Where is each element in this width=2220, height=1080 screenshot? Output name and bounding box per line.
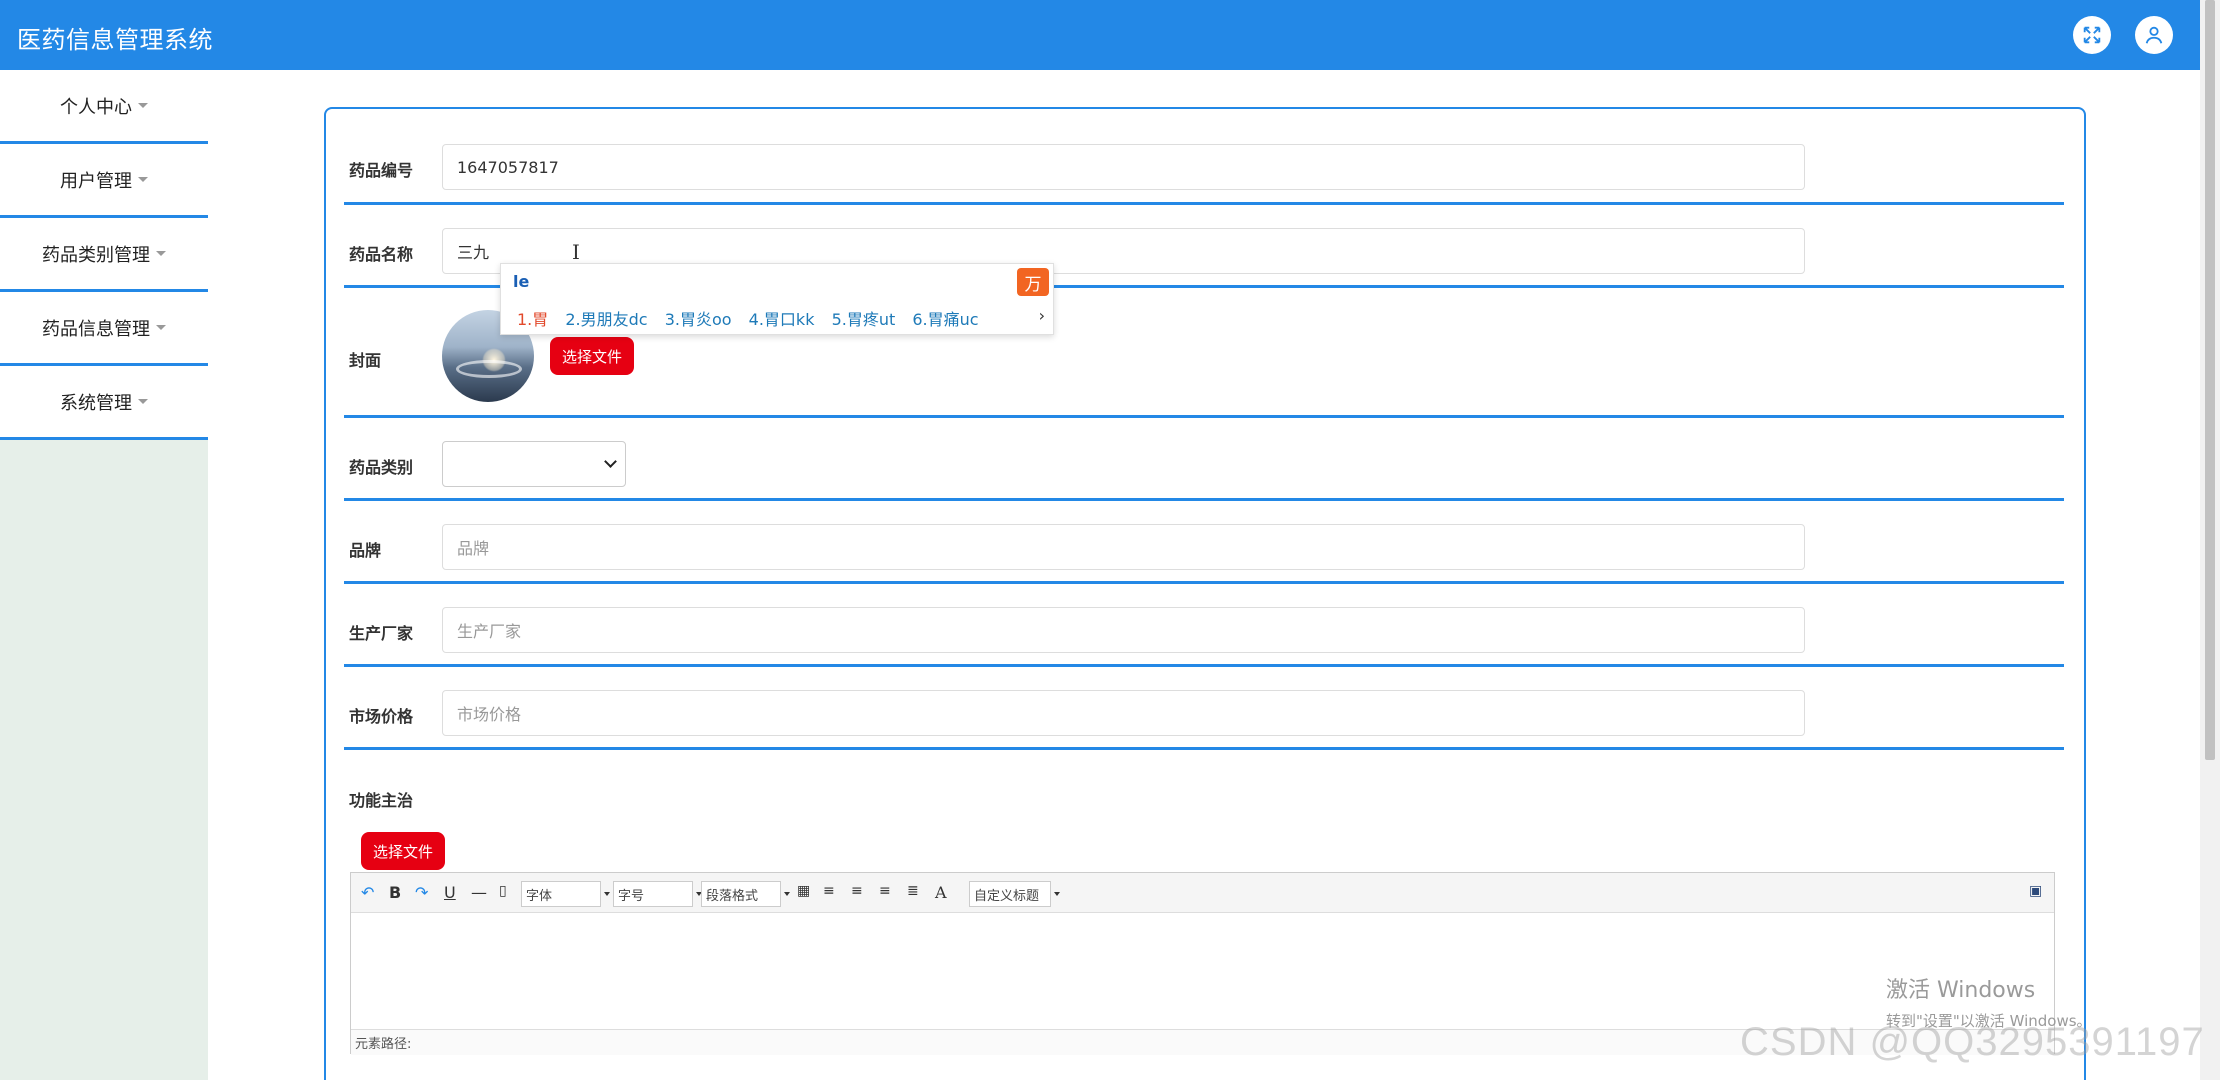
ime-logo-icon: 万 — [1017, 268, 1049, 296]
row-divider — [344, 498, 2064, 501]
font-size-select[interactable]: 字号 — [613, 881, 702, 907]
row-divider — [344, 664, 2064, 667]
caret-down-icon — [138, 177, 148, 182]
scrollbar-thumb[interactable] — [2205, 0, 2215, 760]
caret-down-icon — [156, 251, 166, 256]
activation-title: 激活 Windows — [1886, 978, 2036, 1003]
ime-candidate[interactable]: 2.男朋友dc — [565, 310, 647, 329]
ime-candidate-popup: le 万 1.胃 2.男朋友dc 3.胃炎oo 4.胃口kk 5.胃疼ut 6.… — [500, 263, 1054, 335]
dropdown-arrow-icon — [1054, 892, 1060, 896]
fullscreen-button[interactable] — [2073, 16, 2111, 54]
redo-icon[interactable]: ↷ — [415, 883, 428, 902]
cover-label: 封面 — [349, 351, 382, 370]
document-icon[interactable]: ▯ — [499, 883, 507, 899]
custom-title-select[interactable]: 自定义标题 — [969, 881, 1060, 907]
paragraph-format-select[interactable]: 段落格式 — [701, 881, 790, 907]
sidebar-item-label: 个人中心 — [60, 96, 132, 118]
manufacturer-label: 生产厂家 — [349, 624, 414, 643]
ime-candidate[interactable]: 3.胃炎oo — [665, 310, 732, 329]
price-label: 市场价格 — [349, 707, 414, 726]
chevron-down-icon — [604, 455, 617, 468]
user-button[interactable] — [2135, 16, 2173, 54]
ime-next-page-icon[interactable]: › — [1039, 306, 1045, 325]
category-label: 药品类别 — [349, 458, 414, 477]
sidebar-item-system-management[interactable]: 系统管理 — [0, 366, 208, 440]
align-right-icon[interactable]: ≡ — [851, 883, 863, 899]
font-color-icon[interactable]: A — [935, 883, 947, 902]
sidebar-item-drug-info-management[interactable]: 药品信息管理 — [0, 292, 208, 366]
paragraph-format-label: 段落格式 — [706, 888, 759, 904]
dropdown-arrow-icon — [604, 892, 610, 896]
csdn-watermark: CSDN @QQ3295391197 — [1740, 1020, 2205, 1064]
user-icon — [2145, 26, 2163, 44]
app-title: 医药信息管理系统 — [17, 26, 213, 54]
cover-choose-file-button[interactable]: 选择文件 — [550, 337, 635, 375]
fullscreen-icon — [2083, 26, 2101, 44]
brand-input[interactable]: 品牌 — [442, 524, 1805, 570]
drug-no-label: 药品编号 — [349, 161, 414, 180]
ime-candidate[interactable]: 5.胃疼ut — [832, 310, 896, 329]
sidebar-item-label: 系统管理 — [60, 392, 132, 414]
sidebar: 个人中心 用户管理 药品类别管理 药品信息管理 系统管理 — [0, 70, 208, 1080]
row-divider — [344, 747, 2064, 750]
editor-content-area[interactable] — [351, 913, 2054, 1029]
custom-title-label: 自定义标题 — [974, 888, 1040, 904]
sidebar-item-label: 用户管理 — [60, 170, 132, 192]
caret-down-icon — [138, 399, 148, 404]
row-divider — [344, 202, 2064, 205]
brand-label: 品牌 — [349, 541, 382, 560]
horizontal-rule-icon[interactable]: — — [471, 883, 487, 902]
row-divider — [344, 415, 2064, 418]
drug-name-label: 药品名称 — [349, 245, 414, 264]
category-select[interactable] — [442, 441, 626, 487]
table-icon[interactable]: ▦ — [797, 883, 810, 899]
text-cursor-icon: I — [572, 240, 580, 264]
editor-toolbar: ↶ B ↷ U — ▯ 字体 字号 段落格式 ▦ ≡ ≡ ≡ ≣ A 自定义标题… — [351, 873, 2054, 913]
align-justify-icon[interactable]: ≣ — [907, 883, 919, 899]
ime-candidate-list: 1.胃 2.男朋友dc 3.胃炎oo 4.胃口kk 5.胃疼ut 6.胃痛uc — [517, 306, 991, 330]
ime-candidate[interactable]: 6.胃痛uc — [912, 310, 978, 329]
font-family-label: 字体 — [526, 888, 553, 904]
font-size-label: 字号 — [618, 888, 645, 904]
underline-icon[interactable]: U — [444, 883, 456, 902]
sidebar-item-user-management[interactable]: 用户管理 — [0, 144, 208, 218]
align-left-icon[interactable]: ≡ — [823, 883, 835, 899]
sidebar-item-label: 药品类别管理 — [42, 244, 150, 266]
row-divider — [344, 581, 2064, 584]
font-family-select[interactable]: 字体 — [521, 881, 610, 907]
indications-choose-file-button[interactable]: 选择文件 — [361, 832, 446, 870]
sidebar-item-personal-center[interactable]: 个人中心 — [0, 70, 208, 144]
dropdown-arrow-icon — [784, 892, 790, 896]
caret-down-icon — [138, 103, 148, 108]
drug-no-input[interactable]: 1647057817 — [442, 144, 1805, 190]
caret-down-icon — [156, 325, 166, 330]
ime-candidate[interactable]: 1.胃 — [517, 310, 548, 329]
top-bar: 医药信息管理系统 — [0, 0, 2200, 70]
indications-label: 功能主治 — [349, 791, 414, 810]
fullscreen-editor-icon[interactable]: ▣ — [2029, 883, 2042, 899]
ime-composition-text: le — [513, 272, 530, 291]
ime-candidate[interactable]: 4.胃口kk — [749, 310, 815, 329]
undo-icon[interactable]: ↶ — [361, 883, 374, 902]
manufacturer-input[interactable]: 生产厂家 — [442, 607, 1805, 653]
sidebar-item-label: 药品信息管理 — [42, 318, 150, 340]
page-scrollbar[interactable] — [2200, 0, 2220, 1080]
bold-icon[interactable]: B — [389, 883, 401, 902]
align-center-icon[interactable]: ≡ — [879, 883, 891, 899]
price-input[interactable]: 市场价格 — [442, 690, 1805, 736]
sidebar-item-drug-category-management[interactable]: 药品类别管理 — [0, 218, 208, 292]
